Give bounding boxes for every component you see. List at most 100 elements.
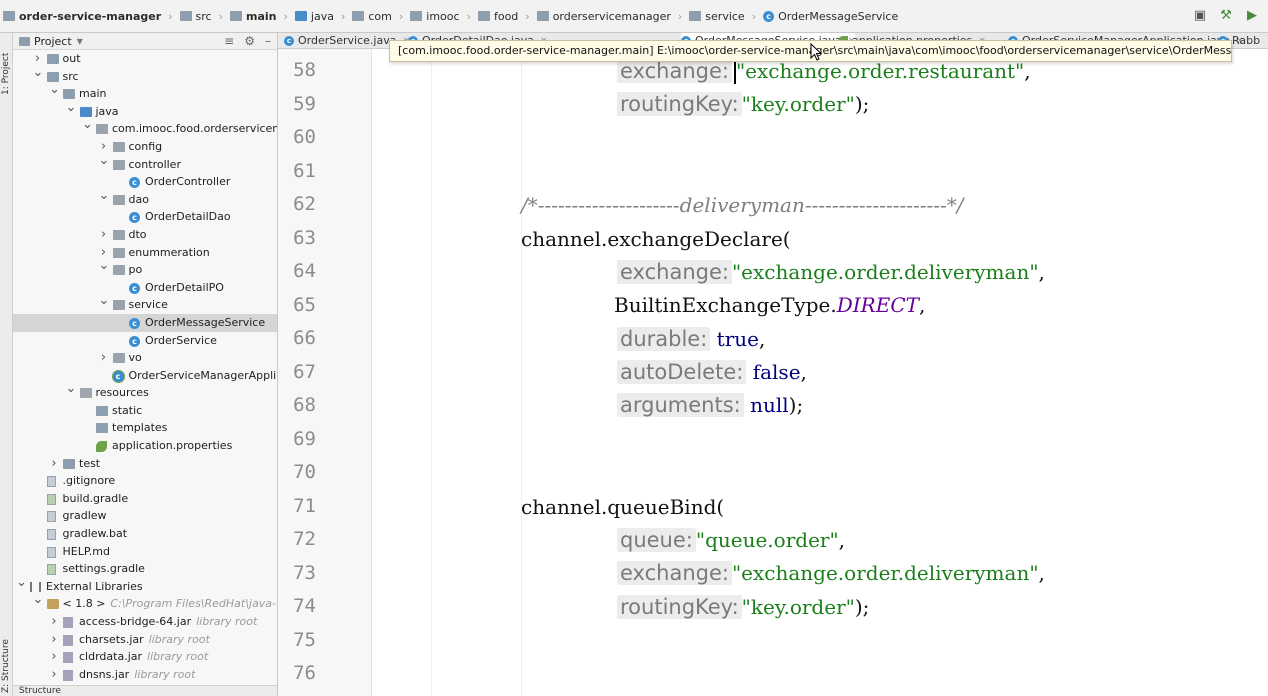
expand-arrow-icon[interactable]: ⌄ [99, 257, 110, 275]
expand-arrow-icon[interactable]: ⌄ [33, 591, 44, 609]
tree-node[interactable]: ⌄ po [13, 258, 277, 279]
project-panel: Project ▼ ≡ ⚙ – › out ⌄ src ⌄ main ⌄ java ⌄ com.i… [13, 33, 278, 696]
jar-icon [63, 617, 73, 628]
expand-arrow-icon[interactable]: ⌄ [99, 152, 110, 170]
tree-node[interactable]: c OrderDetailDao [13, 208, 277, 226]
collapse-arrow-icon[interactable]: › [49, 613, 59, 631]
tree-node[interactable]: HELP.md [13, 543, 277, 561]
breadcrumb-item[interactable]: java [294, 10, 334, 23]
tree-node[interactable]: ⌄ main [13, 82, 277, 103]
breadcrumb-item[interactable]: main [230, 10, 277, 23]
folder-icon [96, 423, 108, 434]
collapse-arrow-icon[interactable]: › [49, 666, 59, 684]
breadcrumb-item[interactable]: food [477, 10, 518, 23]
tree-node[interactable]: › config [13, 138, 277, 156]
expand-arrow-icon[interactable]: ⌄ [66, 99, 77, 117]
tree-node[interactable]: ⌄ resources [13, 381, 277, 402]
collapse-arrow-icon[interactable]: › [49, 631, 59, 649]
tree-node[interactable]: c OrderServiceManagerApplicati [13, 367, 278, 385]
tree-node[interactable]: › cldrdata.jar library root [13, 648, 277, 666]
tree-node[interactable]: ⌄ com.imooc.food.orderservicemanager [13, 117, 277, 138]
tree-node[interactable]: › dnsns.jar library root [13, 666, 277, 684]
run-icon[interactable]: ▶ [1244, 8, 1260, 24]
tree-node[interactable]: c OrderDetailPO [13, 279, 277, 297]
breadcrumb-item[interactable]: c OrderMessageService [763, 10, 898, 23]
editor-tab-label: Rabb [1232, 34, 1261, 47]
class-icon: c [129, 317, 140, 329]
collapse-arrow-icon[interactable]: › [49, 455, 59, 473]
breadcrumb-item[interactable]: src [179, 10, 212, 23]
line-number: 62 [293, 193, 316, 215]
tree-node[interactable]: › dto [13, 226, 277, 244]
tree-node[interactable]: gradlew [13, 507, 277, 525]
mouse-pointer-icon [810, 43, 822, 61]
build-hammer-icon[interactable]: ⚒ [1218, 8, 1234, 24]
gear-icon[interactable]: ⚙ [244, 34, 255, 48]
code-editor[interactable]: exchange: "exchange.order.restaurant", ro… [373, 49, 1268, 696]
breadcrumb-item[interactable]: com [352, 10, 392, 23]
string-literal: "exchange.order.restaurant" [735, 59, 1025, 83]
folder-icon [46, 54, 59, 64]
project-tool-tab[interactable]: 1: Project [1, 35, 12, 95]
structure-panel-header[interactable]: Structure [13, 685, 277, 696]
tree-node-label: OrderServiceManagerApplicati [128, 367, 278, 385]
breadcrumb-item[interactable]: order-service-manager [3, 10, 161, 23]
tree-node[interactable]: templates [13, 419, 277, 437]
tree-node[interactable]: c OrderController [13, 173, 277, 191]
breadcrumb-item[interactable]: service [689, 10, 745, 23]
tree-node[interactable]: › access-bridge-64.jar library root [13, 613, 277, 631]
tree-node[interactable]: ⌄ dao [13, 188, 277, 209]
tree-node[interactable]: ⌄ External Libraries [13, 575, 277, 596]
expand-arrow-icon[interactable]: ⌄ [33, 64, 44, 82]
folder-icon [46, 71, 59, 82]
tree-node[interactable]: ⌄ controller [13, 153, 277, 174]
line-number: 66 [293, 327, 316, 349]
tree-node-label: test [79, 455, 100, 473]
tree-node[interactable]: settings.gradle [13, 560, 277, 578]
chevron-down-icon[interactable]: ▼ [77, 37, 83, 46]
structure-tool-tab[interactable]: Z: Structure [1, 623, 12, 693]
tree-node[interactable]: › test [13, 455, 277, 473]
tree-node[interactable]: › enummeration [13, 244, 277, 262]
hide-panel-icon[interactable]: – [265, 34, 271, 48]
line-number: 68 [293, 394, 316, 416]
layout-icon[interactable]: ▣ [1192, 8, 1208, 24]
tree-node[interactable]: › charsets.jar library root [13, 631, 277, 649]
expand-arrow-icon[interactable]: ⌄ [99, 292, 110, 310]
tree-node[interactable]: .gitignore [13, 472, 277, 490]
tree-node[interactable]: ⌄ < 1.8 > C:\Program Files\RedHat\java-1.8… [13, 592, 278, 613]
expand-arrow-icon[interactable]: ⌄ [16, 574, 27, 592]
expand-arrow-icon[interactable]: ⌄ [66, 380, 77, 398]
collapse-arrow-icon[interactable]: › [99, 349, 109, 367]
tree-node[interactable]: ⌄ java [13, 100, 277, 121]
tree-node[interactable]: › vo [13, 349, 277, 367]
editor-tab-label: OrderService.java [298, 34, 397, 47]
line-number-gutter[interactable]: ● 58596061626364656667686970717273747576 [278, 49, 398, 696]
tree-node[interactable]: static [13, 402, 277, 420]
tree-node[interactable]: › out [13, 50, 277, 68]
punctuation: ); [854, 92, 870, 116]
tree-node[interactable]: application.properties [13, 437, 277, 455]
tree-node[interactable]: build.gradle [13, 490, 277, 508]
collapse-all-icon[interactable]: ≡ [224, 34, 234, 48]
string-literal: "queue.order" [695, 528, 839, 552]
expand-arrow-icon[interactable]: ⌄ [82, 116, 93, 134]
breadcrumb-item[interactable]: imooc [410, 10, 460, 23]
file-icon [46, 511, 56, 523]
expand-arrow-icon[interactable]: ⌄ [49, 81, 60, 99]
tree-node-text: templates [112, 421, 168, 435]
collapse-arrow-icon[interactable]: › [99, 226, 109, 244]
breadcrumb-item[interactable]: orderservicemanager [536, 10, 671, 23]
tree-node-text: OrderServiceManagerApplicati [128, 368, 278, 382]
properties-file-icon [96, 441, 107, 453]
param-hint: exchange: [617, 561, 732, 585]
tree-node[interactable]: c OrderMessageService [13, 313, 277, 332]
collapse-arrow-icon[interactable]: › [49, 648, 59, 666]
project-panel-title[interactable]: Project [34, 35, 72, 48]
tree-node-label: gradlew [63, 507, 107, 525]
tree-node[interactable]: ⌄ service [13, 293, 277, 314]
expand-arrow-icon[interactable]: ⌄ [99, 187, 110, 205]
tree-node[interactable]: c OrderService [13, 332, 277, 350]
tree-node[interactable]: gradlew.bat [13, 525, 277, 543]
gradle-file-icon [46, 493, 56, 505]
